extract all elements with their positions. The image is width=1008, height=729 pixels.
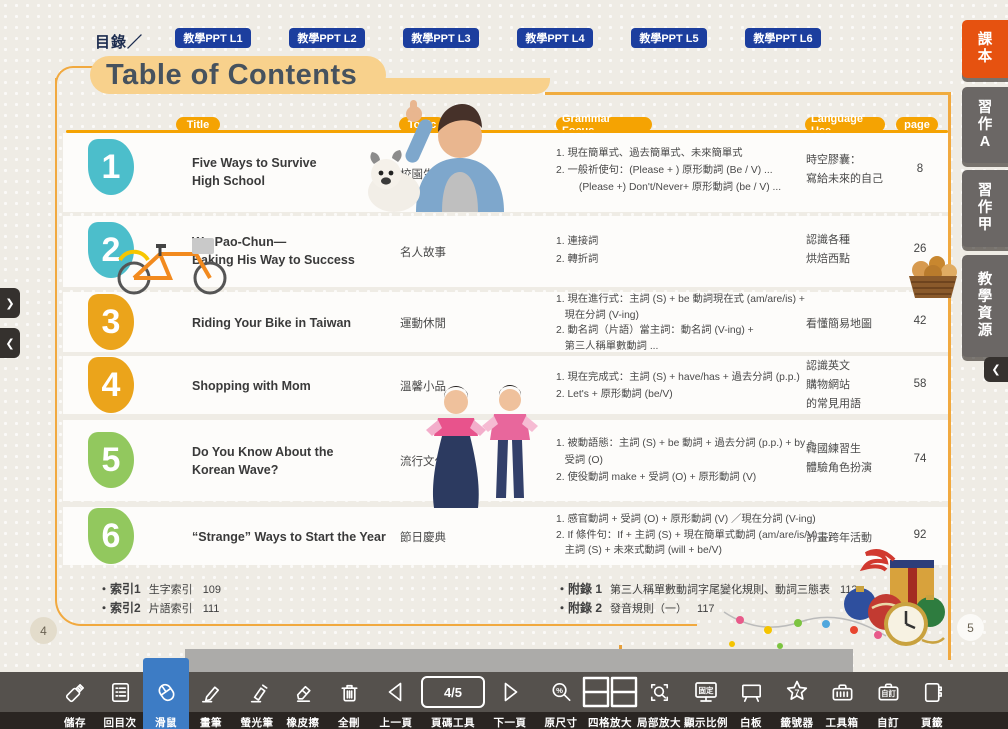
unit1-page: 8 [900,163,940,175]
highlighter-button[interactable]: 螢光筆 [234,672,280,729]
usb-save-icon [52,672,98,712]
tabbed-book-icon [909,672,955,712]
unit1-photo-man-with-dog [356,96,548,212]
next-page-button[interactable]: 下一頁 [487,672,533,729]
tab-teaching-resources[interactable]: 教學資源 [962,255,1008,357]
ebook-viewer: 目錄／ 教學PPT L1 教學PPT L2 教學PPT L3 教學PPT L4 … [0,0,1008,729]
back-to-toc-button[interactable]: 回目次 [97,672,143,729]
tab-workbook-a[interactable]: 習作A [962,87,1008,163]
ppt-button-l4[interactable]: 教學PPT L4 [517,28,593,48]
custom-button[interactable]: 自訂 自訂 [865,672,911,729]
ppt-button-l5[interactable]: 教學PPT L5 [631,28,707,48]
panel-expand-right-button[interactable]: ❯ [0,288,20,318]
delete-all-button[interactable]: 全刪 [326,672,372,729]
unit3-language-use: 看懂簡易地圖 [806,315,911,334]
unit4-language-use: 認識英文購物網站的常見用語 [806,357,911,414]
unit4-page: 58 [900,378,940,390]
trash-icon [326,672,372,712]
chevron-left-icon: ❮ [5,337,14,350]
ppt-button-l6[interactable]: 教學PPT L6 [745,28,821,48]
magnifier-brackets-icon [636,672,682,712]
unit2-bread-basket-illustration [903,250,963,304]
four-grid-zoom-button[interactable]: 四格放大 [580,672,640,729]
ppt-button-l1[interactable]: 教學PPT L1 [175,28,251,48]
number-picker-button[interactable]: 7 籤號器 [774,672,820,729]
four-pane-grid-icon [580,672,640,712]
svg-text:固定: 固定 [699,685,714,695]
ppt-button-l3[interactable]: 教學PPT L3 [403,28,479,48]
page-indicator-box[interactable]: 4/5 [421,676,485,708]
svg-text:%: % [556,685,563,694]
mouse-tool-button[interactable]: 滑鼠 [143,672,189,729]
ppt-button-l2[interactable]: 教學PPT L2 [289,28,365,48]
triangle-right-icon [487,672,533,712]
chevron-right-icon: ❯ [5,297,14,310]
eraser-button[interactable]: 橡皮擦 [280,672,326,729]
toolbox-icon [819,672,865,712]
unit6-page: 92 [900,529,940,541]
appendix-entry-2: ・附錄 2發音規則（一）117 [556,599,715,616]
string-lights-illustration [720,592,890,654]
unit5-hanbok-couple-illustration [418,384,548,512]
mouse-icon [143,672,189,712]
page-title: Table of Contents [106,59,357,92]
prev-page-button[interactable]: 上一頁 [373,672,419,729]
magnifier-percent-icon: % [538,672,584,712]
partial-zoom-button[interactable]: 局部放大 [636,672,682,729]
pencil-icon [188,672,234,712]
toolbox-button[interactable]: 工具箱 [819,672,865,729]
unit5-page: 74 [900,453,940,465]
unit5-language-use: 韓國練習生體驗角色扮演 [806,440,911,478]
svg-text:7: 7 [794,688,799,698]
tab-workbook-jia[interactable]: 習作甲 [962,170,1008,247]
chevron-left-icon: ❮ [991,363,1000,376]
star-number-icon: 7 [774,672,820,712]
panel-collapse-left-button[interactable]: ❮ [0,328,20,358]
display-ratio-button[interactable]: 固定 顯示比例 [683,672,729,729]
original-size-button[interactable]: % 原尺寸 [538,672,584,729]
unit2-bike-illustration [108,226,238,298]
whiteboard-button[interactable]: 白板 [728,672,774,729]
page-indicator-tool[interactable]: 4/5 頁碼工具 [421,672,485,729]
unit1-language-use: 時空膠囊：寫給未來的自己 [806,151,911,189]
index-entry-2: ・索引2片語索引111 [98,599,219,616]
pen-button[interactable]: 畫筆 [188,672,234,729]
monitor-fixed-icon: 固定 [683,672,729,712]
highlighter-icon [234,672,280,712]
save-button[interactable]: 儲存 [52,672,98,729]
page-number-left: 4 [30,617,57,644]
svg-text:自訂: 自訂 [881,689,896,698]
index-entry-1: ・索引1生字索引109 [98,580,221,597]
unit3-page: 42 [900,315,940,327]
page-tab-button[interactable]: 頁籤 [909,672,955,729]
unit2-language-use: 認識各種烘焙西點 [806,231,911,269]
custom-case-icon: 自訂 [865,672,911,712]
tab-textbook[interactable]: 課本 [962,20,1008,78]
eraser-icon [280,672,326,712]
whiteboard-icon [728,672,774,712]
contents-list-icon [97,672,143,712]
triangle-left-icon [373,672,419,712]
sidebar-collapse-button[interactable]: ❮ [984,357,1008,382]
toc-label: 目錄／ [95,31,143,52]
